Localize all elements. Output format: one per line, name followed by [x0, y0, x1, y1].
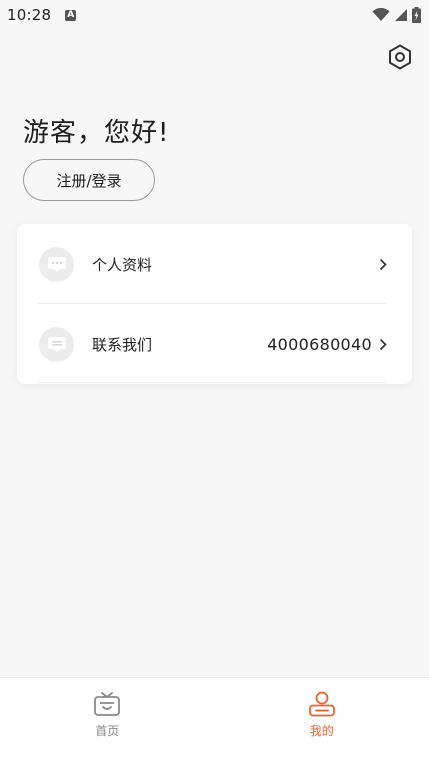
menu-item-label: 个人资料: [92, 255, 153, 274]
bottom-nav: 首页 我的: [0, 677, 429, 764]
status-right: [372, 7, 421, 23]
my-page-screen: 10:28 A 游客，您好! 注册/登录 个人资料 联系我们 400068004…: [0, 0, 429, 764]
status-time: 10:28: [7, 6, 52, 24]
home-tv-icon: [93, 690, 121, 718]
status-left: 10:28 A: [7, 6, 77, 24]
profile-card-icon: [39, 246, 74, 282]
menu-item-profile[interactable]: 个人资料: [17, 224, 412, 304]
contact-card-icon: [39, 326, 74, 362]
user-icon: [308, 690, 336, 718]
chevron-right-icon: [378, 257, 388, 271]
contact-phone-number: 4000680040: [267, 334, 372, 354]
battery-charging-icon: [412, 7, 421, 23]
menu-divider: [37, 382, 387, 383]
chevron-right-icon: [378, 337, 388, 351]
settings-button[interactable]: [386, 43, 414, 71]
wifi-icon: [372, 8, 390, 21]
nav-item-mine[interactable]: 我的: [215, 678, 429, 764]
signal-icon: [395, 9, 407, 21]
notification-icon: A: [65, 9, 77, 21]
status-bar: 10:28 A: [0, 0, 429, 30]
nav-label-home: 首页: [95, 724, 120, 738]
menu-item-contact[interactable]: 联系我们 4000680040: [17, 304, 412, 384]
greeting-title: 游客，您好!: [23, 118, 170, 148]
nav-label-mine: 我的: [309, 724, 334, 738]
menu-item-label: 联系我们: [92, 335, 153, 354]
settings-hexagon-icon: [389, 44, 411, 70]
nav-item-home[interactable]: 首页: [0, 678, 215, 764]
register-login-button[interactable]: 注册/登录: [23, 159, 155, 201]
menu-card: 个人资料 联系我们 4000680040: [17, 224, 412, 384]
